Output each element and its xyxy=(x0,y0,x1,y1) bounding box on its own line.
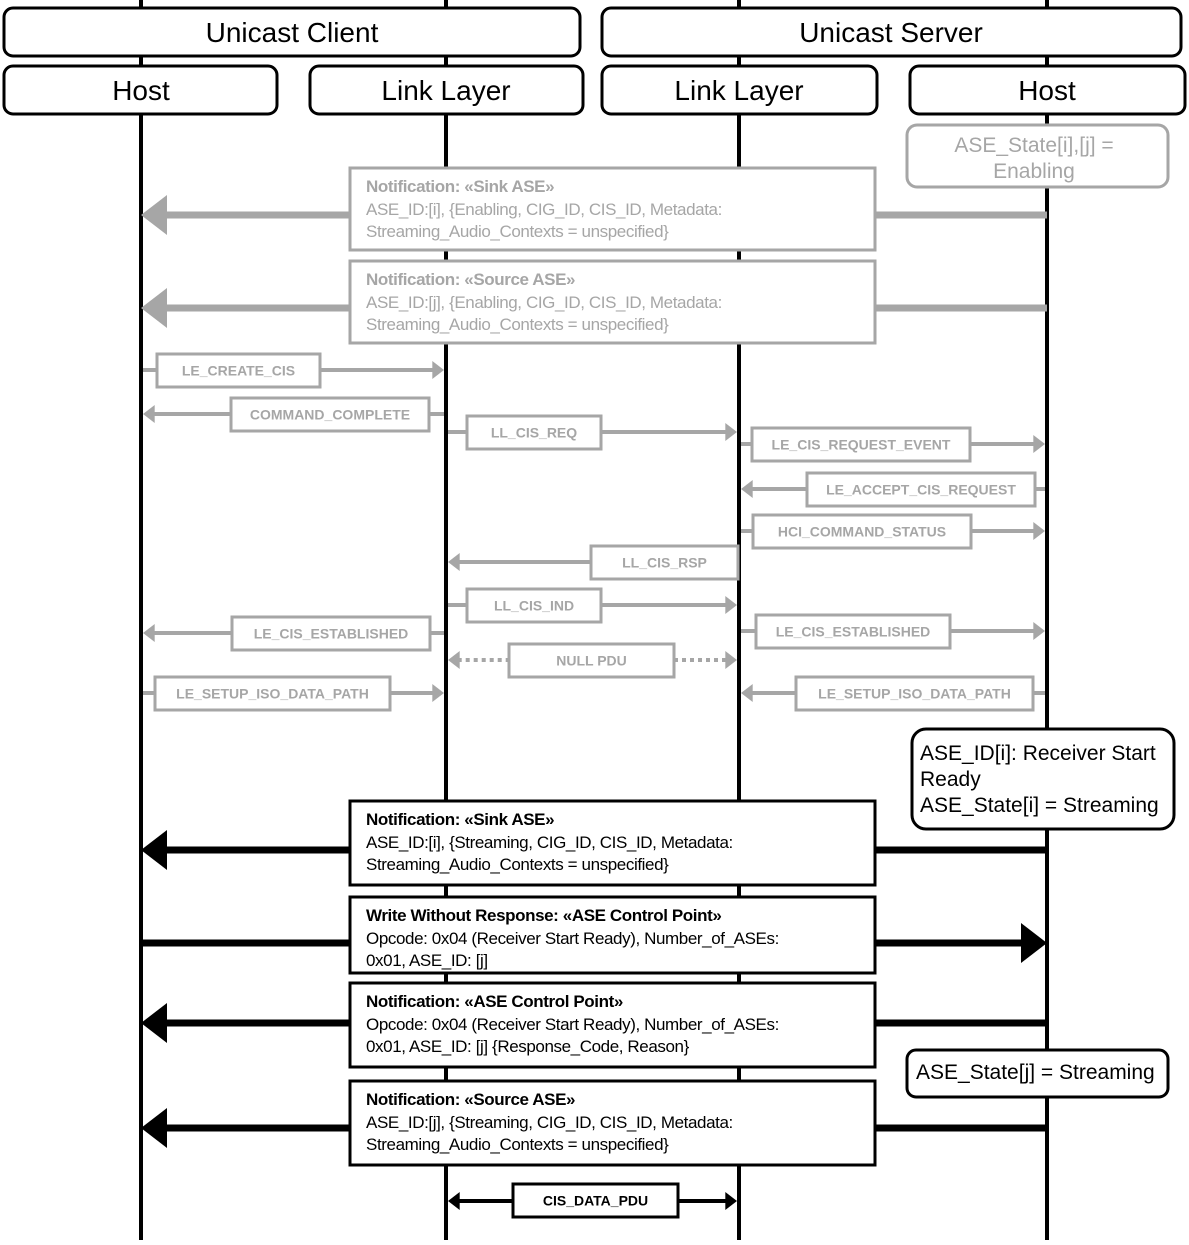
arrowhead-icon xyxy=(1021,923,1047,963)
arrowhead-icon xyxy=(141,1003,167,1043)
message-body-line: Opcode: 0x04 (Receiver Start Ready), Num… xyxy=(366,1015,779,1034)
message-body-line: 0x01, ASE_ID: [j] xyxy=(366,951,488,970)
message-label: LE_CIS_REQUEST_EVENT xyxy=(772,437,951,453)
state-box: ASE_State[i],[j] = Enabling xyxy=(905,123,1170,189)
arrowhead-icon xyxy=(1033,435,1045,453)
message-body-line: Streaming_Audio_Contexts = unspecified} xyxy=(366,222,669,241)
message-body-line: Streaming_Audio_Contexts = unspecified} xyxy=(366,855,669,874)
message-title: Notification: «ASE Control Point» xyxy=(366,992,623,1011)
message-title: Notification: «Sink ASE» xyxy=(366,177,554,196)
message-body-line: Streaming_Audio_Contexts = unspecified} xyxy=(366,315,669,334)
message-body-line: 0x01, ASE_ID: [j] {Response_Code, Reason… xyxy=(366,1037,690,1056)
att-message: Notification: «Source ASE» ASE_ID:[j], {E… xyxy=(141,259,1047,345)
arrowhead-icon xyxy=(741,684,753,702)
state-text: ASE_State[i] = Streaming xyxy=(920,794,1159,817)
hci-message: COMMAND_COMPLETE xyxy=(143,396,444,433)
hci-message: LL_CIS_RSP xyxy=(448,544,740,581)
hci-message: LE_SETUP_ISO_DATA_PATH xyxy=(741,675,1045,712)
group-header-unicast-client: Unicast Client xyxy=(2,6,582,58)
message-title: Notification: «Source ASE» xyxy=(366,270,575,289)
state-box: ASE_ID[i]: Receiver Start Ready ASE_State[… xyxy=(910,727,1176,831)
att-message: Write Without Response: «ASE Control Poi… xyxy=(141,895,1047,975)
hci-message: LE_SETUP_ISO_DATA_PATH xyxy=(143,675,444,712)
message-label: CIS_DATA_PDU xyxy=(543,1193,648,1209)
message-body-line: ASE_ID:[j], {Streaming, CIG_ID, CIS_ID, … xyxy=(366,1113,733,1132)
group-header-unicast-server: Unicast Server xyxy=(600,6,1183,58)
message-label: COMMAND_COMPLETE xyxy=(250,407,410,423)
message-label: LL_CIS_IND xyxy=(494,598,574,614)
state-text: Enabling xyxy=(993,160,1075,183)
messages: ASE_State[i],[j] = Enabling ASE_ID[i]: Rec… xyxy=(141,123,1176,1219)
message-body-line: ASE_ID:[i], {Streaming, CIG_ID, CIS_ID, … xyxy=(366,833,733,852)
arrowhead-icon xyxy=(1033,522,1045,540)
message-title: Notification: «Sink ASE» xyxy=(366,810,554,829)
state-text: ASE_State[j] = Streaming xyxy=(916,1061,1155,1084)
state-box: ASE_State[j] = Streaming xyxy=(905,1048,1170,1099)
message-label: LE_CIS_ESTABLISHED xyxy=(254,626,409,642)
lifeline-header-server-link-layer: Link Layer xyxy=(600,64,879,116)
arrowhead-icon xyxy=(725,596,737,614)
arrowhead-icon xyxy=(741,480,753,498)
message-label: LE_SETUP_ISO_DATA_PATH xyxy=(818,686,1011,702)
arrowhead-icon xyxy=(448,553,460,571)
arrowhead-icon xyxy=(141,288,167,328)
group-label: Unicast Server xyxy=(799,17,983,48)
arrowhead-icon xyxy=(432,361,444,379)
hci-message: NULL PDU xyxy=(448,642,737,679)
message-title: Write Without Response: «ASE Control Poi… xyxy=(366,906,721,925)
group-label: Unicast Client xyxy=(206,17,379,48)
lifeline-header-client-link-layer: Link Layer xyxy=(308,64,585,116)
hci-message: LE_CIS_REQUEST_EVENT xyxy=(741,426,1045,463)
arrowhead-icon xyxy=(141,1108,167,1148)
lifeline-header-client-host: Host xyxy=(2,64,279,116)
arrowhead-icon xyxy=(141,830,167,870)
message-body-line: Opcode: 0x04 (Receiver Start Ready), Num… xyxy=(366,929,779,948)
arrowhead-icon xyxy=(141,195,167,235)
message-title: Notification: «Source ASE» xyxy=(366,1090,575,1109)
state-text: ASE_ID[i]: Receiver Start xyxy=(920,742,1156,765)
hci-message: LE_CREATE_CIS xyxy=(143,352,444,389)
message-label: LE_CIS_ESTABLISHED xyxy=(776,624,931,640)
arrowhead-icon xyxy=(448,1192,460,1210)
sequence-diagram: Unicast Client Unicast Server Host Link … xyxy=(2,0,1187,1240)
message-body-line: ASE_ID:[j], {Enabling, CIG_ID, CIS_ID, M… xyxy=(366,293,722,312)
state-text: ASE_State[i],[j] = xyxy=(954,134,1113,157)
hci-message: LE_ACCEPT_CIS_REQUEST xyxy=(741,471,1045,508)
arrowhead-icon xyxy=(448,651,460,669)
message-label: NULL PDU xyxy=(556,653,627,669)
lifeline-header-server-host: Host xyxy=(908,64,1187,116)
message-label: LE_CREATE_CIS xyxy=(182,363,295,379)
message-label: HCI_COMMAND_STATUS xyxy=(778,524,946,540)
lifeline-label: Host xyxy=(112,75,170,106)
arrowhead-icon xyxy=(725,423,737,441)
lifeline-label: Host xyxy=(1018,75,1076,106)
message-body-line: ASE_ID:[i], {Enabling, CIG_ID, CIS_ID, M… xyxy=(366,200,722,219)
arrowhead-icon xyxy=(432,684,444,702)
arrowhead-icon xyxy=(143,405,155,423)
hci-message: CIS_DATA_PDU xyxy=(448,1182,737,1219)
arrowhead-icon xyxy=(725,651,737,669)
arrowhead-icon xyxy=(725,1192,737,1210)
arrowhead-icon xyxy=(143,624,155,642)
message-label: LE_ACCEPT_CIS_REQUEST xyxy=(826,482,1016,498)
message-label: LL_CIS_REQ xyxy=(491,425,577,441)
lifeline-label: Link Layer xyxy=(674,75,803,106)
state-text: Ready xyxy=(920,768,981,791)
hci-message: LL_CIS_IND xyxy=(448,587,737,624)
message-body-line: Streaming_Audio_Contexts = unspecified} xyxy=(366,1135,669,1154)
hci-message: LE_CIS_ESTABLISHED xyxy=(741,613,1045,650)
message-label: LE_SETUP_ISO_DATA_PATH xyxy=(176,686,369,702)
hci-message: LL_CIS_REQ xyxy=(448,414,737,451)
message-label: LL_CIS_RSP xyxy=(622,555,707,571)
hci-message: LE_CIS_ESTABLISHED xyxy=(143,615,444,652)
arrowhead-icon xyxy=(1033,622,1045,640)
lifeline-label: Link Layer xyxy=(381,75,510,106)
hci-message: HCI_COMMAND_STATUS xyxy=(741,513,1045,550)
